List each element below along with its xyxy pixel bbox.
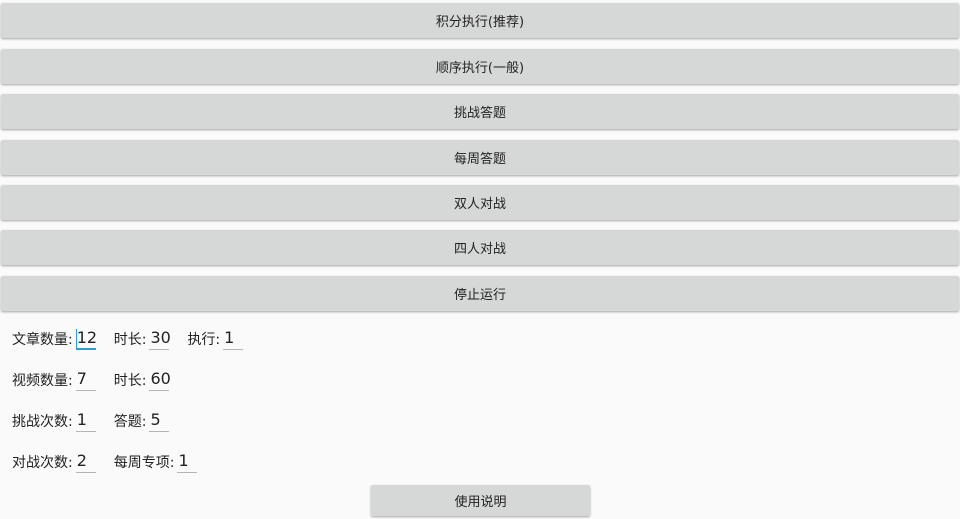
battle-settings-row: 对战次数: 2 每周专项: 1 [12,449,215,473]
challenge-count-label: 挑战次数: [12,414,73,430]
challenge-settings-row: 挑战次数: 1 答题: 5 [12,408,187,432]
article-settings-row: 文章数量: 12 时长: 30 执行: 1 [12,326,261,350]
exec-label: 执行: [187,332,221,348]
stop-run-button[interactable]: 停止运行 [1,276,959,311]
score-exec-button[interactable]: 积分执行(推荐) [1,3,959,38]
article-duration-input[interactable]: 30 [149,328,171,350]
usage-help-button[interactable]: 使用说明 [371,485,590,516]
four-person-battle-button[interactable]: 四人对战 [1,230,959,265]
article-count-label: 文章数量: [12,332,73,348]
weekly-answer-button[interactable]: 每周答题 [1,140,959,175]
video-count-label: 视频数量: [12,373,73,389]
challenge-answer-button[interactable]: 挑战答题 [1,94,959,129]
exec-value: 1 [224,328,235,347]
article-count-value: 12 [76,328,98,347]
weekly-special-label: 每周专项: [113,455,175,471]
video-duration-input[interactable]: 60 [149,369,171,391]
weekly-special-value: 1 [178,451,189,470]
answers-input[interactable]: 5 [149,410,170,432]
weekly-special-input[interactable]: 1 [177,451,198,473]
two-person-battle-button[interactable]: 双人对战 [1,185,959,220]
video-settings-row: 视频数量: 7 时长: 60 [12,367,187,391]
sequential-exec-button[interactable]: 顺序执行(一般) [1,49,959,84]
exec-input[interactable]: 1 [223,328,244,350]
video-count-input[interactable]: 7 [75,369,96,391]
battle-count-value: 2 [76,451,87,470]
article-count-input[interactable]: 12 [75,328,98,350]
video-duration-label: 时长: [113,373,147,389]
video-duration-value: 60 [150,369,171,388]
challenge-count-value: 1 [76,410,87,429]
article-duration-label: 时长: [113,332,147,348]
battle-count-label: 对战次数: [12,455,73,471]
answers-label: 答题: [113,414,147,430]
answers-value: 5 [150,410,161,429]
video-count-value: 7 [76,369,87,388]
battle-count-input[interactable]: 2 [75,451,96,473]
text-caret [75,329,77,348]
article-duration-value: 30 [150,328,171,347]
challenge-count-input[interactable]: 1 [75,410,96,432]
